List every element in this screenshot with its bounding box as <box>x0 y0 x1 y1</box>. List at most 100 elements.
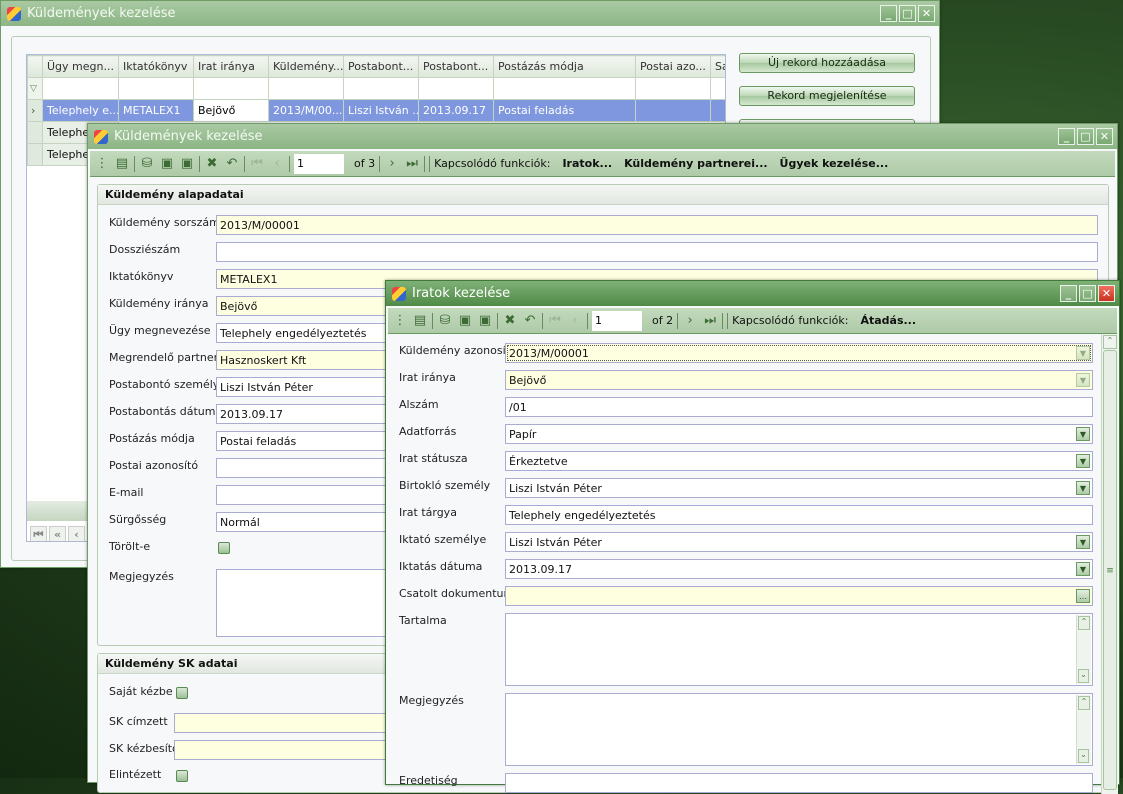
dropdown-arrow-icon[interactable]: ▼ <box>1076 373 1090 387</box>
content-textarea[interactable]: ⌃ ⌄ <box>505 613 1093 686</box>
filter-cell[interactable] <box>118 77 194 100</box>
field-input[interactable]: … <box>505 586 1093 606</box>
filter-cell[interactable] <box>710 77 725 100</box>
field-input[interactable]: Liszi István Péter ▼ <box>505 478 1093 498</box>
related-link[interactable]: Küldemény partnerei... <box>624 157 767 170</box>
origin-input[interactable] <box>505 773 1093 793</box>
prev-icon[interactable]: ‹ <box>68 526 85 541</box>
column-header[interactable]: Sa <box>710 55 725 78</box>
filter-cell[interactable] <box>42 77 119 100</box>
related-link[interactable]: Iratok... <box>562 157 612 170</box>
save-new-icon[interactable]: ⛁ <box>139 156 155 172</box>
field-input[interactable] <box>216 242 1098 262</box>
table-cell[interactable]: 2013.09.17 <box>418 99 494 122</box>
row-selector[interactable]: › <box>27 99 43 122</box>
row-selector[interactable] <box>27 121 43 144</box>
filter-cell[interactable] <box>493 77 636 100</box>
save-icon[interactable]: ▣ <box>159 156 175 172</box>
table-cell[interactable]: Telephely e... <box>42 99 119 122</box>
new-record-icon[interactable]: ▤ <box>412 313 428 329</box>
table-cell[interactable]: METALEX1 <box>118 99 194 122</box>
column-header[interactable]: Ügy megn... <box>42 55 119 78</box>
add-record-button[interactable]: Új rekord hozzáadása <box>739 53 915 73</box>
done-checkbox[interactable] <box>176 770 188 782</box>
column-header[interactable]: Iktatókönyv <box>118 55 194 78</box>
close-button[interactable]: ✕ <box>918 5 935 22</box>
prev-record-icon[interactable]: ‹ <box>269 156 285 172</box>
undo-icon[interactable]: ↶ <box>522 313 538 329</box>
table-cell[interactable] <box>710 99 725 122</box>
scroll-thumb[interactable]: ≡ <box>1103 350 1117 790</box>
prev-page-icon[interactable]: « <box>49 526 66 541</box>
form-scrollbar[interactable]: ⌃ ≡ <box>1101 334 1118 794</box>
close-button[interactable]: ✕ <box>1098 285 1115 302</box>
dropdown-arrow-icon[interactable]: ▼ <box>1076 346 1090 360</box>
own-hand-checkbox[interactable] <box>176 687 188 699</box>
record-position-input[interactable] <box>592 310 642 331</box>
dropdown-arrow-icon[interactable]: ▼ <box>1076 481 1090 495</box>
dropdown-arrow-icon[interactable]: ▼ <box>1076 427 1090 441</box>
filter-cell[interactable] <box>418 77 494 100</box>
last-record-icon[interactable]: ⏭ <box>404 156 420 172</box>
next-record-icon[interactable]: › <box>682 313 698 329</box>
field-input[interactable]: Érkeztetve ▼ <box>505 451 1093 471</box>
dropdown-arrow-icon[interactable]: ▼ <box>1076 535 1090 549</box>
record-position-input[interactable] <box>294 153 344 174</box>
related-link[interactable]: Ügyek kezelése... <box>780 157 889 170</box>
filter-cell[interactable] <box>635 77 711 100</box>
table-cell[interactable]: Liszi István ... <box>343 99 419 122</box>
field-input[interactable]: Papír ▼ <box>505 424 1093 444</box>
column-header[interactable]: Postai azo... <box>635 55 711 78</box>
field-input[interactable]: Liszi István Péter ▼ <box>505 532 1093 552</box>
filter-cell[interactable] <box>193 77 269 100</box>
field-input[interactable]: 2013/M/00001 ▼ <box>505 343 1093 363</box>
show-record-button[interactable]: Rekord megjelenítése <box>739 86 915 106</box>
scroll-up-icon[interactable]: ⌃ <box>1103 335 1117 349</box>
table-cell[interactable]: 2013/M/00... <box>268 99 344 122</box>
table-row[interactable]: › Telephely e... METALEX1 Bejövő 2013/M/00..… <box>27 99 725 122</box>
delete-icon[interactable]: ✖ <box>502 313 518 329</box>
save-close-icon[interactable]: ▣ <box>477 313 493 329</box>
column-header[interactable]: Postázás módja <box>493 55 636 78</box>
row-selector[interactable] <box>27 143 43 166</box>
browse-button[interactable]: … <box>1076 589 1090 603</box>
dropdown-arrow-icon[interactable]: ▼ <box>1076 454 1090 468</box>
scrollbar[interactable]: ⌃ ⌄ <box>1076 695 1091 764</box>
table-cell[interactable]: Bejövő <box>193 99 269 122</box>
column-header[interactable]: Postabont... <box>343 55 419 78</box>
new-record-icon[interactable]: ▤ <box>114 156 130 172</box>
maximize-button[interactable]: □ <box>1077 128 1094 145</box>
title-bar[interactable]: Küldemények kezelése _ □ ✕ <box>88 124 1117 149</box>
field-input[interactable]: Telephely engedélyeztetés <box>505 505 1093 525</box>
maximize-button[interactable]: □ <box>899 5 916 22</box>
filter-cell[interactable] <box>268 77 344 100</box>
title-bar[interactable]: Iratok kezelése _ □ ✕ <box>386 281 1119 306</box>
minimize-button[interactable]: _ <box>1058 128 1075 145</box>
close-button[interactable]: ✕ <box>1096 128 1113 145</box>
note-textarea[interactable]: ⌃ ⌄ <box>505 693 1093 766</box>
field-input[interactable]: 2013/M/00001 <box>216 215 1098 235</box>
field-input[interactable]: Bejövő ▼ <box>505 370 1093 390</box>
column-header[interactable]: Postabont... <box>418 55 494 78</box>
deleted-checkbox[interactable] <box>218 542 230 554</box>
first-record-icon[interactable]: ⏮ <box>249 156 265 172</box>
next-record-icon[interactable]: › <box>384 156 400 172</box>
delete-icon[interactable]: ✖ <box>204 156 220 172</box>
scrollbar[interactable]: ⌃ ⌄ <box>1076 615 1091 684</box>
filter-cell[interactable] <box>343 77 419 100</box>
filter-icon[interactable]: ▽ <box>27 77 43 100</box>
maximize-button[interactable]: □ <box>1079 285 1096 302</box>
undo-icon[interactable]: ↶ <box>224 156 240 172</box>
related-link[interactable]: Átadás... <box>860 314 916 327</box>
save-icon[interactable]: ▣ <box>457 313 473 329</box>
table-cell[interactable] <box>635 99 711 122</box>
minimize-button[interactable]: _ <box>1060 285 1077 302</box>
prev-record-icon[interactable]: ‹ <box>567 313 583 329</box>
dropdown-arrow-icon[interactable]: ▼ <box>1076 562 1090 576</box>
field-input[interactable]: 2013.09.17 ▼ <box>505 559 1093 579</box>
first-record-icon[interactable]: ⏮ <box>547 313 563 329</box>
title-bar[interactable]: Küldemények kezelése _ □ ✕ <box>1 1 939 26</box>
field-input[interactable]: /01 <box>505 397 1093 417</box>
save-new-icon[interactable]: ⛁ <box>437 313 453 329</box>
last-record-icon[interactable]: ⏭ <box>702 313 718 329</box>
